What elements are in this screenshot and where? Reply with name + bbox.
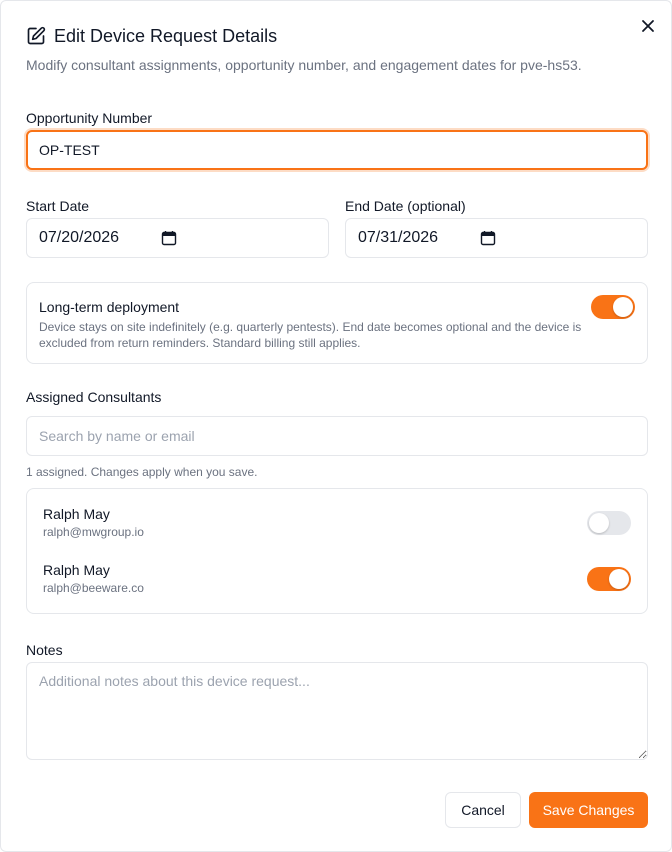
assigned-consultants-label: Assigned Consultants [26,389,162,405]
end-date-value: 07/31/2026 [358,229,439,246]
dialog-subtitle: Modify consultant assignments, opportuni… [26,57,582,73]
start-date-input[interactable]: 07/20/2026 [26,218,329,258]
long-term-deployment-description: Device stays on site indefinitely (e.g. … [39,320,582,350]
end-date-label: End Date (optional) [345,198,466,214]
consultant-name: Ralph May [43,506,110,522]
opportunity-number-label: Opportunity Number [26,110,153,126]
list-item: Ralph May ralph@mwgroup.io [43,506,144,539]
toggle-knob [609,569,629,589]
edit-device-request-dialog: Edit Device Request Details Modify consu… [0,0,672,852]
notes-label: Notes [26,642,63,658]
start-date-label: Start Date [26,198,90,214]
dialog-title: Edit Device Request Details [54,25,278,46]
start-date-value: 07/20/2026 [39,229,120,246]
end-date-input[interactable]: 07/31/2026 [345,218,648,258]
cancel-button[interactable]: Cancel [445,792,521,828]
calendar-icon[interactable] [161,230,177,246]
notes-textarea[interactable] [26,662,648,760]
dialog-header: Edit Device Request Details Modify consu… [26,23,646,74]
consultant-assign-toggle[interactable] [587,511,631,535]
assigned-count-hint: 1 assigned. Changes apply when you save. [26,465,258,479]
consultant-list: Ralph May ralph@mwgroup.io Ralph May ral… [26,488,648,614]
long-term-deployment-title: Long-term deployment [39,299,180,315]
list-item: Ralph May ralph@beeware.co [43,562,144,595]
consultant-assign-toggle[interactable] [587,567,631,591]
consultant-email: ralph@mwgroup.io [43,525,144,539]
long-term-deployment-toggle[interactable] [591,295,635,319]
toggle-knob [613,297,633,317]
consultant-name: Ralph May [43,562,110,578]
edit-icon [27,26,46,45]
consultant-search-input[interactable] [26,416,648,456]
toggle-knob [589,513,609,533]
consultant-email: ralph@beeware.co [43,581,144,595]
long-term-deployment-card: Long-term deployment Device stays on sit… [26,282,648,364]
opportunity-number-input[interactable] [26,130,648,170]
calendar-icon[interactable] [480,230,496,246]
save-changes-button[interactable]: Save Changes [529,792,648,828]
